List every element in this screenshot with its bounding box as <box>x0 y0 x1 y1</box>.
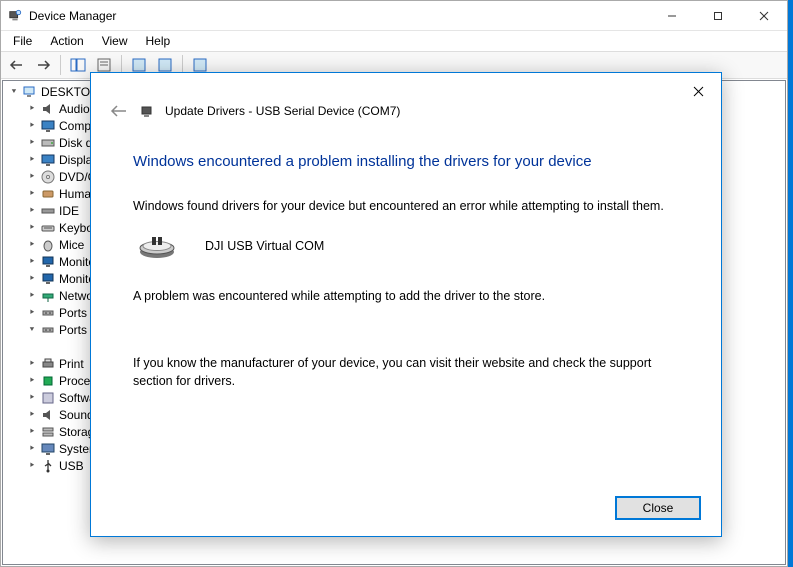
close-button[interactable] <box>741 1 787 30</box>
keyboard-icon <box>40 220 56 236</box>
dialog-body-text-1: Windows found drivers for your device bu… <box>127 198 685 216</box>
tree-item-label: Audio <box>59 102 90 116</box>
expand-icon[interactable]: ⯈ <box>25 170 39 184</box>
usb-icon <box>40 458 56 474</box>
tree-item-label: Ports <box>59 306 87 320</box>
disk-icon <box>40 135 56 151</box>
menubar: File Action View Help <box>1 31 787 51</box>
expand-icon[interactable]: ⯈ <box>25 272 39 286</box>
dialog-subtitle: Update Drivers - USB Serial Device (COM7… <box>165 104 400 118</box>
tree-item-label: Sound <box>59 408 94 422</box>
expand-icon[interactable]: ⯈ <box>25 357 39 371</box>
monitor-icon <box>40 118 56 134</box>
audio-icon <box>40 101 56 117</box>
dialog-header: Update Drivers - USB Serial Device (COM7… <box>109 101 685 121</box>
maximize-button[interactable] <box>695 1 741 30</box>
expand-icon[interactable]: ⯈ <box>25 136 39 150</box>
window-controls <box>649 1 787 30</box>
expand-icon[interactable] <box>43 340 57 354</box>
titlebar: Device Manager <box>1 1 787 31</box>
expand-icon[interactable]: ⯈ <box>25 204 39 218</box>
dialog-body-text-3: If you know the manufacturer of your dev… <box>127 355 685 390</box>
device-icon <box>139 103 155 119</box>
port-icon <box>40 305 56 321</box>
expand-icon[interactable]: ⯈ <box>25 408 39 422</box>
expand-icon[interactable]: ⯈ <box>25 102 39 116</box>
tree-item-label: Ports <box>59 323 87 337</box>
menu-view[interactable]: View <box>94 32 136 50</box>
show-hide-tree-button[interactable] <box>66 54 90 76</box>
dialog-back-button[interactable] <box>109 101 129 121</box>
hardware-icon <box>137 232 177 260</box>
expand-icon[interactable]: ⯈ <box>25 255 39 269</box>
cpu-icon <box>40 373 56 389</box>
menu-help[interactable]: Help <box>138 32 179 50</box>
expand-icon[interactable]: ⯈ <box>25 153 39 167</box>
close-button[interactable]: Close <box>615 496 701 520</box>
network-icon <box>40 288 56 304</box>
tree-item-label: Print <box>59 357 84 371</box>
nav-forward-button[interactable] <box>31 54 55 76</box>
expand-icon[interactable]: ⯈ <box>25 119 39 133</box>
expand-icon[interactable]: ⯈ <box>25 306 39 320</box>
tree-item-label: IDE <box>59 204 79 218</box>
window-title: Device Manager <box>29 9 649 23</box>
nav-back-button[interactable] <box>5 54 29 76</box>
hid-icon <box>40 186 56 202</box>
collapse-icon[interactable]: ⯆ <box>7 85 21 99</box>
expand-icon[interactable]: ⯆ <box>25 323 39 337</box>
devmgr-icon <box>7 8 23 24</box>
printer-icon <box>40 356 56 372</box>
expand-icon[interactable]: ⯈ <box>25 459 39 473</box>
device-row: DJI USB Virtual COM <box>127 232 685 260</box>
tree-item-label: Mice <box>59 238 84 252</box>
monitor2-icon <box>40 254 56 270</box>
dialog-body-text-2: A problem was encountered while attempti… <box>127 288 685 306</box>
mouse-icon <box>40 237 56 253</box>
computer-icon <box>22 84 38 100</box>
tree-item-label: USB <box>59 459 84 473</box>
expand-icon[interactable]: ⯈ <box>25 221 39 235</box>
menu-file[interactable]: File <box>5 32 40 50</box>
expand-icon[interactable]: ⯈ <box>25 187 39 201</box>
ide-icon <box>40 203 56 219</box>
monitor-icon <box>40 152 56 168</box>
monitor2-icon <box>40 271 56 287</box>
expand-icon[interactable]: ⯈ <box>25 391 39 405</box>
update-drivers-dialog: Update Drivers - USB Serial Device (COM7… <box>90 72 722 537</box>
expand-icon[interactable]: ⯈ <box>25 425 39 439</box>
audio-icon <box>40 407 56 423</box>
spacer-icon <box>58 339 74 355</box>
software-icon <box>40 390 56 406</box>
expand-icon[interactable]: ⯈ <box>25 442 39 456</box>
dvd-icon <box>40 169 56 185</box>
dialog-heading: Windows encountered a problem installing… <box>127 153 685 170</box>
storage-icon <box>40 424 56 440</box>
port-icon <box>40 322 56 338</box>
menu-action[interactable]: Action <box>42 32 91 50</box>
system-icon <box>40 441 56 457</box>
expand-icon[interactable]: ⯈ <box>25 374 39 388</box>
expand-icon[interactable]: ⯈ <box>25 238 39 252</box>
device-name: DJI USB Virtual COM <box>205 239 324 253</box>
toolbar-separator <box>60 55 61 75</box>
expand-icon[interactable]: ⯈ <box>25 289 39 303</box>
minimize-button[interactable] <box>649 1 695 30</box>
